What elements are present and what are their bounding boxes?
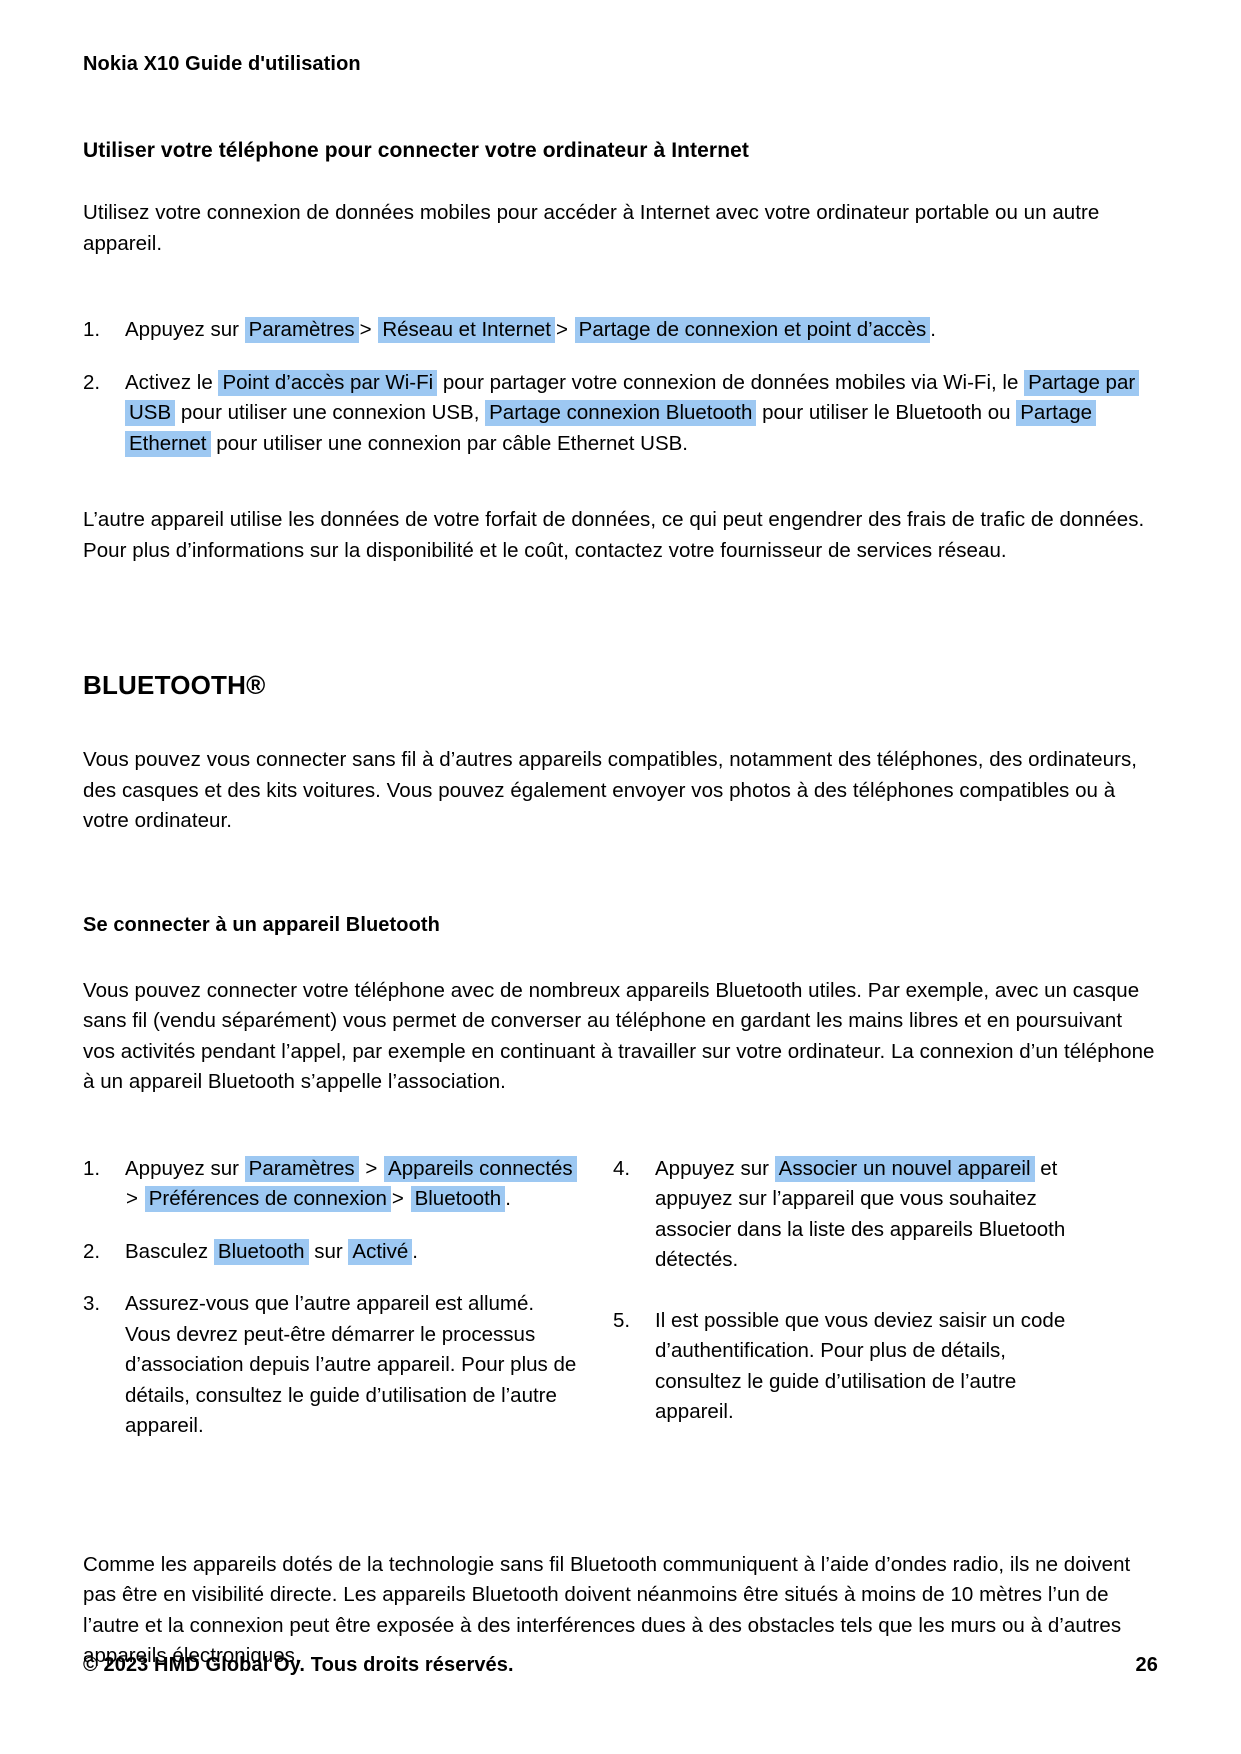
ui-token-parametres[interactable]: Paramètres [244, 317, 359, 344]
ui-token-associer-un-nouvel-appareil[interactable]: Associer un nouvel appareil [774, 1155, 1035, 1182]
list-item: 5. Il est possible que vous deviez saisir… [613, 1306, 1073, 1428]
list-item: 3. Assurez-vous que l’autre appareil est … [83, 1289, 583, 1442]
copyright-text: © 2023 HMD Global Oy. Tous droits réserv… [83, 1654, 514, 1676]
page-number: 26 [1135, 1654, 1158, 1676]
step-text: Assurez-vous que l’autre appareil est al… [125, 1292, 577, 1438]
step-number: 2. [83, 370, 101, 394]
list-item: 1. Appuyez sur Paramètres > Appareils con… [83, 1154, 583, 1215]
ui-token-partage-connexion-bluetooth[interactable]: Partage connexion Bluetooth [485, 400, 757, 427]
bluetooth-subsection-intro-paragraph: Vous pouvez connecter votre téléphone av… [83, 978, 1155, 1094]
step-number: 4. [613, 1156, 631, 1180]
ui-token-bluetooth[interactable]: Bluetooth [410, 1186, 506, 1213]
list-item: 2. Basculez Bluetooth sur Activé. [83, 1237, 583, 1268]
step-lead-text: Appuyez sur [125, 318, 239, 342]
tethering-outro-paragraph: L’autre appareil utilise les données de … [83, 508, 1145, 562]
step-number: 3. [83, 1292, 101, 1316]
step-tail-text: . [930, 318, 936, 342]
ui-token-point-dacces-wifi[interactable]: Point d’accès par Wi-Fi [218, 369, 438, 396]
step-lead-text: Appuyez sur [125, 1156, 239, 1180]
path-separator: > [126, 1187, 138, 1211]
ui-token-parametres[interactable]: Paramètres [244, 1155, 359, 1182]
subsection-title-connect-bluetooth: Se connecter à un appareil Bluetooth [83, 913, 440, 936]
list-item: 2. Activez le Point d’accès par Wi-Fi pou… [83, 368, 1158, 460]
step-lead-text: Appuyez sur [655, 1156, 769, 1180]
ui-token-partage-de-connexion[interactable]: Partage de connexion et point d’accès [574, 317, 931, 344]
step-number: 5. [613, 1308, 631, 1332]
step-number: 1. [83, 1156, 101, 1180]
step-mid-text-2: pour utiliser une connexion USB, [180, 401, 480, 425]
step-tail-text: . [505, 1187, 511, 1211]
path-separator: > [365, 1156, 378, 1180]
ui-token-preferences-de-connexion[interactable]: Préférences de connexion [144, 1186, 391, 1213]
step-lead-text: Activez le [125, 370, 213, 394]
step-lead-text: Basculez [125, 1239, 209, 1263]
section-title-tethering: Utiliser votre téléphone pour connecter … [83, 139, 749, 162]
tethering-intro-paragraph: Utilisez votre connexion de données mobi… [83, 201, 1100, 255]
steps-column-right: 4. Appuyez sur Associer un nouvel apparei… [613, 1154, 1073, 1458]
bluetooth-steps-list-right: 4. Appuyez sur Associer un nouvel apparei… [613, 1154, 1073, 1428]
step-text: Il est possible que vous deviez saisir u… [655, 1308, 1066, 1424]
running-header: Nokia X10 Guide d'utilisation [83, 53, 361, 75]
ui-token-active[interactable]: Activé [348, 1238, 413, 1265]
path-separator: > [359, 318, 372, 342]
step-tail-text: pour utiliser une connexion par câble Et… [216, 431, 688, 455]
step-number: 2. [83, 1239, 101, 1263]
tethering-steps-list: 1. Appuyez sur Paramètres > Réseau et Inte… [83, 315, 1158, 459]
list-item: 1. Appuyez sur Paramètres > Réseau et Inte… [83, 315, 1158, 346]
ui-token-appareils-connectes[interactable]: Appareils connectés [384, 1155, 577, 1182]
ui-token-reseau-et-internet[interactable]: Réseau et Internet [378, 317, 555, 344]
two-column-steps-block: 1. Appuyez sur Paramètres > Appareils con… [83, 1154, 1158, 1458]
ui-token-bluetooth-toggle[interactable]: Bluetooth [213, 1238, 309, 1265]
step-number: 1. [83, 318, 101, 342]
bluetooth-intro-paragraph: Vous pouvez vous connecter sans fil à d’… [83, 748, 1137, 833]
section-title-bluetooth: BLUETOOTH® [83, 670, 266, 701]
path-separator: > [391, 1187, 404, 1211]
page-content: Nokia X10 Guide d'utilisation Utiliser v… [83, 52, 1158, 1672]
step-mid-text-3: pour utiliser le Bluetooth ou [762, 401, 1011, 425]
path-separator: > [555, 318, 568, 342]
step-mid-text-1: sur [314, 1239, 343, 1263]
steps-column-left: 1. Appuyez sur Paramètres > Appareils con… [83, 1154, 583, 1442]
document-page: Nokia X10 Guide d'utilisation Utiliser v… [0, 0, 1241, 1754]
step-mid-text-1: pour partager votre connexion de données… [442, 370, 1019, 394]
bluetooth-steps-list-left: 1. Appuyez sur Paramètres > Appareils con… [83, 1154, 583, 1442]
step-tail-text: . [412, 1239, 418, 1263]
page-footer: © 2023 HMD Global Oy. Tous droits réserv… [83, 1654, 1158, 1677]
list-item: 4. Appuyez sur Associer un nouvel apparei… [613, 1154, 1073, 1276]
